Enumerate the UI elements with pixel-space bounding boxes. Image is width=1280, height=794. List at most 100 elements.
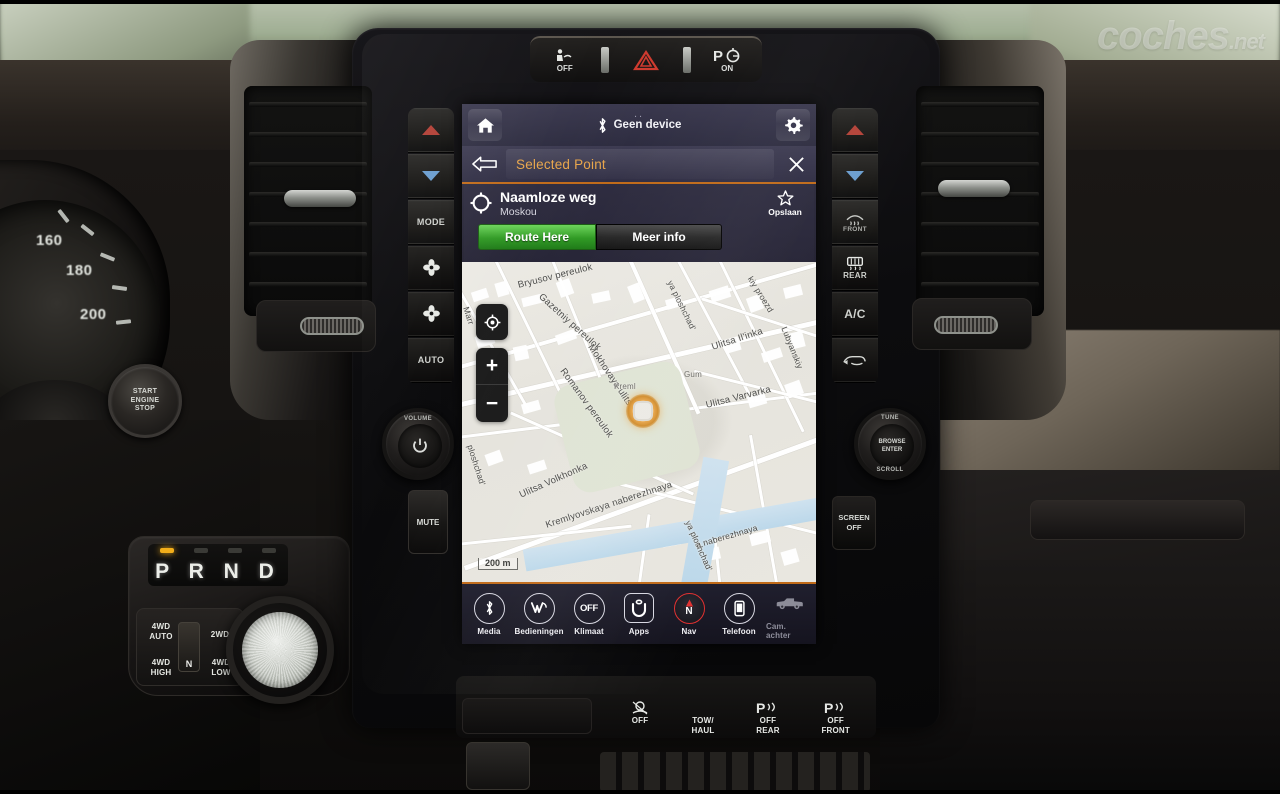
dock-item-apps[interactable]: Apps: [616, 593, 662, 636]
temp-up-icon: [846, 124, 864, 135]
driver-vent-slider[interactable]: [300, 317, 364, 335]
dock-item-bedieningen[interactable]: Bedieningen: [514, 592, 563, 636]
passenger-temp-down-button[interactable]: [832, 154, 878, 198]
selected-point-field[interactable]: Selected Point: [506, 149, 774, 179]
driver-temp-up-button[interactable]: [408, 108, 454, 152]
dock-item-media[interactable]: Media: [466, 592, 512, 636]
tune-browse-knob[interactable]: TUNE BROWSE ENTER SCROLL: [854, 408, 926, 480]
hazard-triangle-icon: [632, 49, 659, 71]
dock-item-klimaat[interactable]: OFF Klimaat: [566, 592, 612, 636]
route-here-button[interactable]: Route Here: [478, 224, 596, 251]
drive-mode-4wd-high[interactable]: 4WD HIGH: [140, 658, 182, 677]
park-sensor-icon: P: [824, 700, 843, 716]
hazard-button[interactable]: [613, 42, 679, 78]
passenger-air-vent: [916, 86, 1044, 316]
svg-text:P: P: [824, 700, 834, 716]
locate-button[interactable]: [476, 304, 508, 340]
rear-sensor-line-1: OFF: [759, 716, 777, 725]
lower-hardkey-group: OFF TOW/ HAUL P OFF REAR P OFF FRONT: [630, 700, 850, 740]
label-line-1: 4WD: [151, 622, 171, 631]
uconnect-touchscreen[interactable]: .. Geen device Selected Point Naamloze w…: [462, 104, 816, 644]
save-poi-button[interactable]: Opslaan: [762, 190, 808, 217]
settings-button[interactable]: [776, 109, 810, 141]
gear-icon: [784, 116, 803, 134]
svg-text:P: P: [756, 700, 766, 716]
drive-mode-4wd-auto[interactable]: 4WD AUTO: [140, 622, 182, 641]
console-grille: [600, 752, 870, 792]
driver-vent-direction-knob[interactable]: [284, 190, 356, 207]
volume-power-knob[interactable]: VOLUME: [382, 408, 454, 480]
speed-tick-160: 160: [36, 232, 63, 249]
defrost-rear-icon: [846, 256, 864, 270]
passenger-temp-up-button[interactable]: [832, 108, 878, 152]
climate-auto-button[interactable]: AUTO: [408, 338, 454, 382]
dock-label-nav: Nav: [681, 626, 697, 636]
ac-button[interactable]: A/C: [832, 292, 878, 336]
tow-line-2: HAUL: [691, 725, 715, 735]
climate-off-icon: OFF: [573, 592, 605, 624]
zoom-in-button[interactable]: +: [476, 348, 508, 385]
close-icon: [788, 156, 804, 172]
media-icon-wrap: [473, 592, 505, 624]
tune-knob-center[interactable]: BROWSE ENTER: [870, 424, 914, 468]
recirculation-icon: [843, 356, 866, 366]
map-label: Gum: [684, 370, 702, 379]
poi-text-block: Naamloze weg Moskou: [500, 189, 762, 218]
front-defrost-button[interactable]: FRONT: [832, 200, 878, 244]
tow-line-1: TOW/: [692, 716, 714, 725]
back-arrow-icon: [471, 156, 497, 172]
mute-button[interactable]: MUTE: [408, 490, 448, 554]
dock-item-nav[interactable]: N Nav: [666, 592, 712, 636]
back-button[interactable]: [462, 155, 506, 173]
map-view[interactable]: Bryusov pereulok Gazetniy pereulok Romanov…: [462, 262, 816, 584]
poi-info-panel: Naamloze weg Moskou Opslaan Route Here M…: [462, 184, 816, 262]
fan-up-button[interactable]: [408, 246, 454, 290]
enter-label: ENTER: [881, 447, 903, 453]
climate-mode-button[interactable]: MODE: [408, 200, 454, 244]
locate-crosshair-icon: [484, 314, 500, 330]
prnd-led-r: [194, 547, 208, 553]
zoom-out-button[interactable]: −: [476, 385, 508, 422]
volume-knob-label: VOLUME: [403, 416, 433, 422]
temp-down-icon: [422, 170, 440, 181]
screen-off-button[interactable]: SCREEN OFF: [832, 496, 876, 550]
tow-haul-button[interactable]: TOW/ HAUL: [691, 700, 714, 735]
selected-point-marker: [626, 394, 660, 428]
poi-action-buttons: Route Here Meer info: [478, 224, 722, 251]
neutral-button[interactable]: N: [178, 622, 200, 672]
top-hardkey-strip: OFF P ON: [530, 36, 762, 82]
dock-item-telefoon[interactable]: Telefoon: [716, 592, 762, 636]
park-sensor-rear-button[interactable]: P OFF REAR: [756, 700, 780, 735]
close-button[interactable]: [776, 156, 816, 173]
watermark-suffix: .net: [1228, 29, 1265, 54]
recirculation-button[interactable]: [832, 338, 878, 382]
bluetooth-icon: [599, 117, 606, 133]
speed-tick-200: 200: [80, 306, 107, 323]
start-engine-stop-button[interactable]: START ENGINE STOP: [108, 364, 182, 438]
park-sensor-front-button[interactable]: P OFF FRONT: [821, 700, 850, 735]
airbag-off-button[interactable]: OFF: [532, 42, 598, 78]
nav-icon-wrap: N: [673, 592, 705, 624]
gear-selector-knob[interactable]: [226, 596, 334, 704]
zoom-controls: + −: [476, 348, 508, 422]
fan-down-button[interactable]: [408, 292, 454, 336]
rear-defrost-button[interactable]: REAR: [832, 246, 878, 290]
passenger-vent-slider[interactable]: [934, 316, 998, 334]
prnd-led-row: [150, 547, 286, 553]
more-info-button[interactable]: Meer info: [596, 224, 722, 251]
volume-knob-center[interactable]: [398, 424, 442, 468]
fan-down-icon: [422, 305, 440, 322]
traction-off-button[interactable]: OFF: [630, 700, 650, 726]
dock-item-cam-achter[interactable]: Cam. achter: [766, 588, 812, 640]
traction-line-1: OFF: [631, 716, 649, 725]
home-button[interactable]: [468, 109, 502, 141]
driver-temp-down-button[interactable]: [408, 154, 454, 198]
left-climate-keycolumn: MODE AUTO: [408, 108, 454, 384]
poi-name: Naamloze weg: [500, 189, 597, 205]
tune-knob-label: TUNE: [881, 415, 899, 421]
park-assist-button[interactable]: P ON: [694, 42, 760, 78]
signal-dots: ..: [633, 108, 645, 120]
passenger-vent-direction-knob[interactable]: [938, 180, 1010, 197]
bottom-dock: Media Bedieningen OFF Klimaat Apps N Nav…: [462, 584, 816, 644]
park-assist-label: ON: [721, 64, 734, 73]
